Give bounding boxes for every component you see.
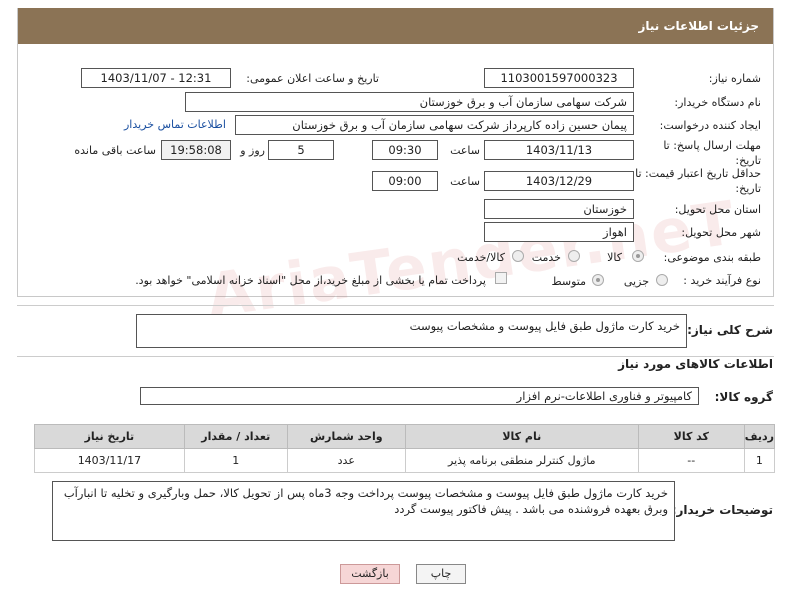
validity-time-field: 09:00 [372, 171, 438, 191]
creator-label: ایجاد کننده درخواست: [659, 119, 761, 132]
cell-row: 1 [743, 448, 776, 473]
col-code: کد کالا [637, 424, 745, 449]
goods-section-title: اطلاعات کالاهای مورد نیاز [618, 357, 773, 371]
cell-unit: عدد [286, 448, 406, 473]
col-unit: واحد شمارش [286, 424, 406, 449]
buyer-org-field: شرکت سهامی سازمان آب و برق خوزستان [185, 92, 634, 112]
deadline-label: مهلت ارسال پاسخ: تا تاریخ: [663, 139, 761, 167]
announce-field: 1403/11/07 - 12:31 [81, 68, 231, 88]
validity-label: حداقل تاریخ اعتبار قیمت: تا تاریخ: [635, 167, 761, 195]
description-field: خرید کارت ماژول طبق فایل پیوست و مشخصات … [136, 314, 687, 348]
cell-qty: 1 [183, 448, 288, 473]
goods-group-label: گروه کالا: [714, 390, 773, 404]
buyer-org-label: نام دستگاه خریدار: [674, 96, 761, 109]
validity-date-field: 1403/12/29 [484, 171, 634, 191]
buyer-notes-field: خرید کارت ماژول طبق فایل پیوست و مشخصات … [52, 481, 675, 541]
days-label: روز و [240, 144, 265, 157]
category-radio-goods[interactable] [632, 250, 644, 262]
province-field: خوزستان [484, 199, 634, 219]
table-row: 1 -- ماژول کنترلر منطقی برنامه پذیر عدد … [34, 448, 776, 473]
process-option-medium: متوسط [551, 275, 586, 288]
deadline-date-field: 1403/11/13 [484, 140, 634, 160]
need-number-field: 1103001597000323 [484, 68, 634, 88]
divider-top [17, 305, 774, 306]
col-row: ردیف [743, 424, 776, 449]
category-option-service: خدمت [531, 251, 561, 264]
goods-group-field: کامپیوتر و فناوری اطلاعات-نرم افزار [140, 387, 699, 405]
page-title: جزئیات اطلاعات نیاز [18, 8, 773, 44]
category-radio-service[interactable] [568, 250, 580, 262]
city-label: شهر محل تحویل: [681, 226, 761, 239]
col-name: نام کالا [404, 424, 639, 449]
description-label: شرح کلی نیاز: [687, 323, 773, 337]
category-option-goods: کالا [607, 251, 622, 264]
announce-label: تاریخ و ساعت اعلان عمومی: [246, 72, 379, 85]
remaining-time-field: 19:58:08 [161, 140, 231, 160]
process-radio-medium[interactable] [592, 274, 604, 286]
buyer-notes-label: توضیحات خریدار: [671, 503, 773, 517]
print-button[interactable]: چاپ [416, 564, 466, 584]
cell-date: 1403/11/17 [34, 448, 185, 473]
category-radio-both[interactable] [512, 250, 524, 262]
process-radio-minor[interactable] [656, 274, 668, 286]
need-number-label: شماره نیاز: [708, 72, 761, 85]
back-button[interactable]: بازگشت [340, 564, 400, 584]
remaining-label: ساعت باقی مانده [74, 144, 156, 157]
city-field: اهواز [484, 222, 634, 242]
category-option-both: کالا/خدمت [457, 251, 505, 264]
province-label: استان محل تحویل: [674, 203, 761, 216]
col-date: تاریخ نیاز [34, 424, 185, 449]
category-label: طبقه بندی موضوعی: [663, 251, 761, 264]
cell-name: ماژول کنترلر منطقی برنامه پذیر [404, 448, 639, 473]
contact-buyer-link[interactable]: اطلاعات تماس خریدار [124, 118, 226, 131]
process-option-minor: جزیی [623, 275, 649, 288]
deadline-time-field: 09:30 [372, 140, 438, 160]
col-qty: تعداد / مقدار [183, 424, 288, 449]
deadline-time-label: ساعت [450, 144, 480, 157]
days-field: 5 [268, 140, 334, 160]
cell-code: -- [637, 448, 745, 473]
creator-field: پیمان حسین زاده کارپرداز شرکت سهامی سازم… [235, 115, 634, 135]
validity-time-label: ساعت [450, 175, 480, 188]
payment-treasury-note: پرداخت تمام یا بخشی از مبلغ خرید،از محل … [135, 274, 486, 287]
process-label: نوع فرآیند خرید : [683, 274, 761, 287]
goods-table: ردیف کد کالا نام کالا واحد شمارش تعداد /… [34, 424, 776, 473]
payment-treasury-checkbox[interactable] [495, 272, 507, 284]
